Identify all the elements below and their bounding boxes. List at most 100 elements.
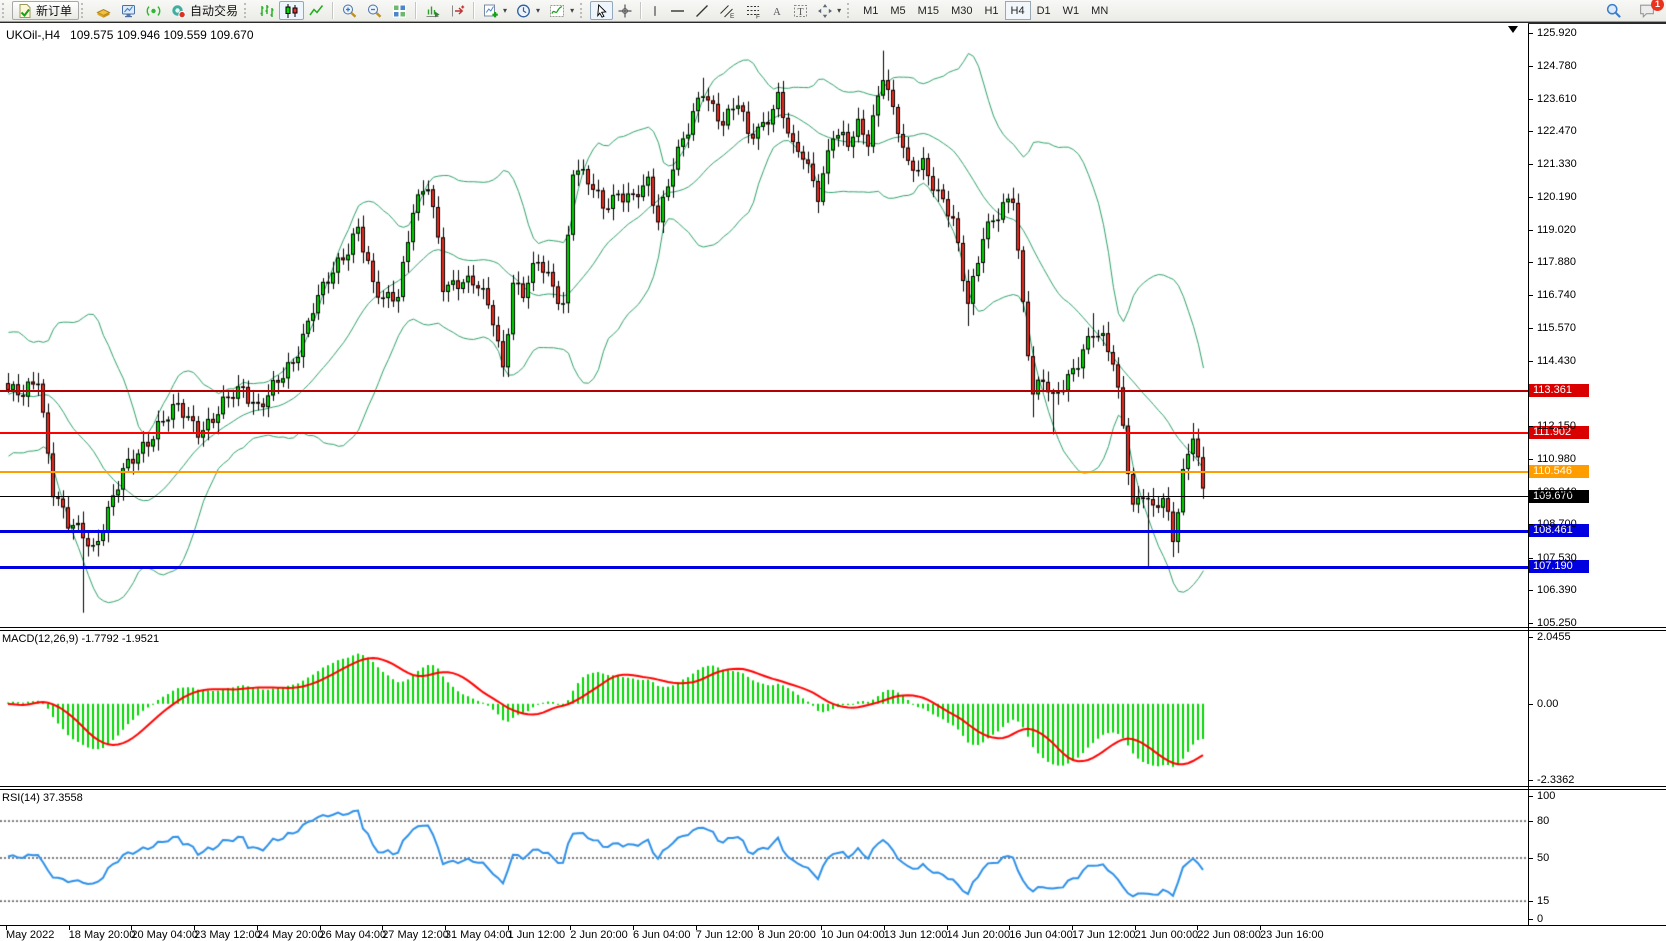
toolbar-grip [2,3,8,18]
rsi-axis-label: 50 [1537,852,1549,864]
price-axis-tick [1528,328,1533,329]
text-label-icon: T [792,3,809,19]
toolbar-grip [81,3,87,18]
new-order-icon [17,3,33,19]
line-chart-button[interactable] [304,1,329,20]
new-chart-button[interactable]: ▾ [478,1,511,20]
time-axis-label: 26 May 04:00 [320,929,387,941]
crosshair-icon [617,3,633,19]
notifications-button[interactable]: 1 [1634,1,1660,20]
time-axis-label: 17 Jun 12:00 [1072,929,1136,941]
auto-trading-icon [170,3,187,19]
horizontal-line-107.190[interactable] [0,566,1528,569]
candlestick-chart-button[interactable] [279,1,304,20]
timeframe-m30-button[interactable]: M30 [945,1,978,20]
channel-tool-button[interactable]: E [714,1,740,20]
timeframe-m15-button[interactable]: M15 [912,1,945,20]
time-axis-label: 23 Jun 16:00 [1260,929,1324,941]
timeframe-m5-button[interactable]: M5 [884,1,911,20]
timeframe-h4-button[interactable]: H4 [1005,1,1031,20]
price-axis-label: 105.250 [1537,617,1577,629]
periods-button[interactable]: ▾ [511,1,544,20]
trendline-tool-button[interactable] [690,1,714,20]
price-axis-label: 114.430 [1537,355,1576,367]
horizontal-line-111.902[interactable] [0,432,1528,434]
price-axis-label: 112.150 [1537,420,1576,432]
indicators-button[interactable]: ▾ [544,1,578,20]
notification-badge: 1 [1651,0,1664,11]
price-axis-label: 121.330 [1537,158,1577,170]
new-order-label: 新订单 [36,2,72,19]
price-axis-tick [1528,262,1533,263]
signal-button[interactable] [141,1,166,20]
time-axis-border [0,925,1666,926]
price-axis-tick [1528,99,1533,100]
crosshair-tool-button[interactable] [613,1,637,20]
chart-shift-marker[interactable] [1508,26,1518,33]
price-axis-tick [1528,558,1533,559]
search-button[interactable] [1601,1,1626,20]
timeframe-mn-button[interactable]: MN [1085,1,1114,20]
cursor-tool-button[interactable] [590,1,613,20]
pane-separator[interactable] [0,786,1666,790]
rsi-pane-canvas[interactable] [0,790,1528,925]
market-watch-button[interactable] [91,1,116,20]
price-axis-label: 122.470 [1537,125,1577,137]
timeframe-h1-button[interactable]: H1 [978,1,1004,20]
clock-icon [515,3,532,19]
price-flag-113.361: 113.361 [1529,384,1589,397]
pane-separator[interactable] [0,627,1666,631]
time-axis-label: 27 May 12:00 [382,929,449,941]
macd-pane-canvas[interactable] [0,631,1528,786]
gold-bar-icon [95,3,112,19]
zoom-out-button[interactable] [362,1,387,20]
price-chart-canvas[interactable] [0,23,1528,627]
new-order-button[interactable]: 新订单 [12,1,79,20]
horizontal-line-109.670[interactable] [0,496,1528,497]
horizontal-line-tool-button[interactable] [665,1,690,20]
ohlc-values: 109.575 109.946 109.559 109.670 [70,28,254,42]
time-axis-label: 2 Jun 20:00 [570,929,628,941]
rsi-axis-label: 100 [1537,790,1555,802]
fibonacci-icon: F [744,3,762,19]
rsi-indicator-label: RSI(14) 37.3558 [2,792,83,804]
auto-scroll-button[interactable] [420,1,445,20]
time-axis-label: 13 Jun 12:00 [884,929,948,941]
price-axis-tick [1528,623,1533,624]
text-tool-button[interactable]: A [766,1,788,20]
toolbar-right: 1 [1601,0,1660,21]
price-axis-label: 120.190 [1537,191,1577,203]
text-label-tool-button[interactable]: T [788,1,813,20]
price-axis-label: 123.610 [1537,93,1577,105]
horizontal-line-108.461[interactable] [0,530,1528,533]
chart-shift-button[interactable] [445,1,470,20]
horizontal-line-113.361[interactable] [0,390,1528,392]
macd-axis-label: -2.3362 [1537,774,1574,786]
price-axis-label: 124.780 [1537,60,1577,72]
price-axis-tick [1528,524,1533,525]
dropdown-arrow-icon: ▾ [570,6,574,15]
toolbar-grip [244,3,250,18]
toolbar-grip [847,3,853,18]
price-axis-label: 109.840 [1537,486,1577,498]
price-axis-label: 110.980 [1537,453,1576,465]
tile-windows-button[interactable] [387,1,412,20]
terminal-window-button[interactable] [116,1,141,20]
price-axis-tick [1528,197,1533,198]
vertical-line-tool-button[interactable] [645,1,665,20]
time-axis-label: 8 Jun 20:00 [758,929,816,941]
bar-chart-button[interactable] [254,1,279,20]
auto-trading-button[interactable]: 自动交易 [166,1,242,20]
line-chart-icon [308,3,325,19]
arrows-tool-button[interactable]: ▾ [813,1,845,20]
zoom-in-button[interactable] [337,1,362,20]
timeframe-w1-button[interactable]: W1 [1057,1,1086,20]
horizontal-line-110.546[interactable] [0,471,1528,473]
timeframe-m1-button[interactable]: M1 [857,1,884,20]
svg-text:F: F [756,13,760,19]
toolbar-separator [415,2,417,19]
ohlc-bars-icon [258,3,275,19]
rsi-axis-tick [1528,901,1533,902]
timeframe-d1-button[interactable]: D1 [1031,1,1057,20]
fibonacci-tool-button[interactable]: F [740,1,766,20]
